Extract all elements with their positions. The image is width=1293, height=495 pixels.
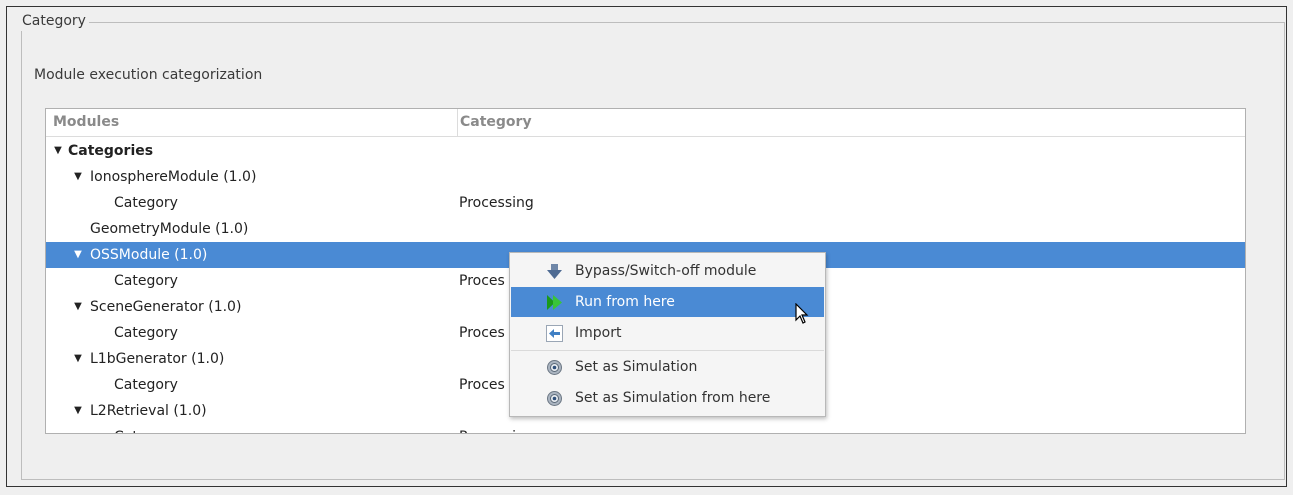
tree-row-label: Categories — [68, 143, 154, 159]
menu-item-set-as-simulation[interactable]: Set as Simulation — [511, 352, 824, 382]
tree-row-label: Category — [114, 195, 178, 211]
menu-item-run-from-here[interactable]: Run from here — [511, 287, 824, 317]
menu-item-set-as-simulation-from-here[interactable]: Set as Simulation from here — [511, 383, 824, 413]
tree-row-category: Proces — [459, 273, 505, 289]
tree-row-module[interactable]: GeometryModule (1.0) — [46, 216, 1245, 242]
tree-row-label: Category — [114, 325, 178, 341]
menu-item-label: Run from here — [575, 294, 675, 310]
tree-row-category-item[interactable]: Category Processing — [46, 424, 1245, 433]
menu-item-import[interactable]: Import — [511, 318, 824, 348]
tree-row-categories[interactable]: ▼ Categories — [46, 138, 1245, 164]
menu-item-label: Import — [575, 325, 622, 341]
tree-row-category: Proces — [459, 325, 505, 341]
tree-row-category: Processing — [459, 195, 534, 211]
mouse-cursor-icon — [795, 303, 809, 324]
menu-item-label: Bypass/Switch-off module — [575, 263, 757, 279]
menu-item-label: Set as Simulation — [575, 359, 698, 375]
expand-arrow-icon[interactable]: ▼ — [71, 346, 85, 372]
import-arrow-icon — [546, 325, 563, 342]
bypass-down-arrow-icon — [547, 264, 562, 279]
column-header-modules[interactable]: Modules — [53, 109, 119, 136]
context-menu: Bypass/Switch-off module Run from here I… — [509, 252, 826, 417]
menu-separator — [511, 350, 824, 351]
tree-row-category: Proces — [459, 377, 505, 393]
expand-arrow-icon[interactable]: ▼ — [71, 164, 85, 190]
tree-row-label: Category — [114, 377, 178, 393]
gear-icon — [547, 391, 562, 406]
menu-item-label: Set as Simulation from here — [575, 390, 771, 406]
section-subtitle: Module execution categorization — [34, 67, 263, 83]
tree-row-label: OSSModule (1.0) — [90, 247, 208, 263]
menu-item-bypass[interactable]: Bypass/Switch-off module — [511, 256, 824, 286]
column-header-category[interactable]: Category — [457, 109, 1240, 136]
tree-header: Modules Category — [46, 109, 1245, 137]
expand-arrow-icon[interactable]: ▼ — [51, 138, 65, 164]
tree-row-category-item[interactable]: Category Processing — [46, 190, 1245, 216]
gear-icon — [547, 360, 562, 375]
tree-row-label: Category — [114, 424, 178, 433]
run-play-icon — [547, 295, 562, 310]
tree-row-label: Category — [114, 273, 178, 289]
groupbox-title: Category — [19, 11, 89, 31]
tree-row-label: L2Retrieval (1.0) — [90, 403, 207, 419]
tree-row-label: IonosphereModule (1.0) — [90, 169, 257, 185]
tree-row-category: Processing — [459, 424, 534, 433]
tree-row-module[interactable]: ▼ IonosphereModule (1.0) — [46, 164, 1245, 190]
expand-arrow-icon[interactable]: ▼ — [71, 398, 85, 424]
tree-row-label: SceneGenerator (1.0) — [90, 299, 242, 315]
tree-row-label: L1bGenerator (1.0) — [90, 351, 225, 367]
expand-arrow-icon[interactable]: ▼ — [71, 242, 85, 268]
expand-arrow-icon[interactable]: ▼ — [71, 294, 85, 320]
tree-row-label: GeometryModule (1.0) — [90, 221, 249, 237]
